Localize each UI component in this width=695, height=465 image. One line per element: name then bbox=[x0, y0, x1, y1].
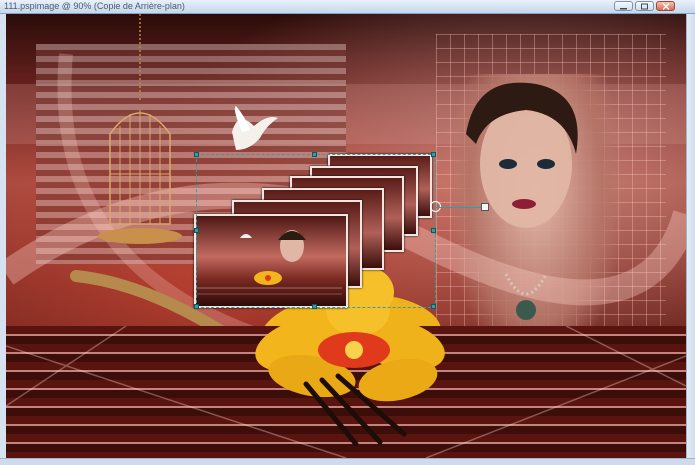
image-document-window: 111.pspimage @ 90% (Copie de Arrière-pla… bbox=[0, 0, 695, 465]
rotation-arm bbox=[436, 207, 484, 208]
minimize-icon bbox=[620, 8, 627, 10]
handle-middle-left[interactable] bbox=[194, 228, 199, 233]
minimize-button[interactable] bbox=[614, 1, 633, 11]
title-bar[interactable]: 111.pspimage @ 90% (Copie de Arrière-pla… bbox=[0, 0, 695, 14]
close-button[interactable] bbox=[656, 1, 675, 11]
maximize-icon bbox=[641, 3, 648, 10]
handle-bottom-center[interactable] bbox=[312, 304, 317, 309]
handle-middle-right[interactable] bbox=[431, 228, 436, 233]
handle-bottom-left[interactable] bbox=[194, 304, 199, 309]
handle-top-left[interactable] bbox=[194, 152, 199, 157]
maximize-button[interactable] bbox=[635, 1, 654, 11]
rotation-handle[interactable] bbox=[481, 203, 489, 211]
handle-top-right[interactable] bbox=[431, 152, 436, 157]
pick-tool-bounding-box[interactable] bbox=[196, 154, 436, 308]
close-icon bbox=[662, 3, 670, 10]
handle-bottom-right[interactable] bbox=[431, 304, 436, 309]
vertical-scrollbar[interactable] bbox=[686, 14, 695, 458]
handle-top-center[interactable] bbox=[312, 152, 317, 157]
window-title: 111.pspimage @ 90% (Copie de Arrière-pla… bbox=[4, 1, 185, 11]
image-canvas[interactable] bbox=[6, 14, 686, 458]
